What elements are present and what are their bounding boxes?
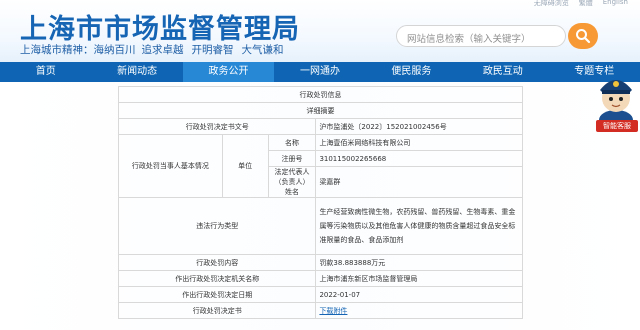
top-links: 无障碍浏览 繁體 English	[534, 0, 628, 8]
penalty-info-table: 行政处罚信息 详细摘要 行政处罚决定书文号 沪市监浦处〔2022〕1520210…	[117, 86, 523, 319]
search-icon	[576, 29, 591, 44]
search-input[interactable]: 网站信息检索（输入关键字）	[396, 25, 566, 47]
nav-public-services[interactable]: 便民服务	[366, 62, 457, 82]
penalty-value: 罚款38.883888万元	[315, 254, 523, 271]
table-subtitle: 详细摘要	[118, 102, 523, 119]
nav-online-services[interactable]: 一网通办	[274, 62, 365, 82]
name-value: 上海壹佰米网络科技有限公司	[315, 134, 523, 151]
rep-label: 法定代表人（负责人）姓名	[267, 166, 317, 198]
date-label: 作出行政处罚决定日期	[117, 286, 317, 303]
reg-label: 注册号	[267, 150, 317, 167]
city-motto: 上海城市精神：海纳百川 追求卓越 开明睿智 大气谦和	[20, 42, 284, 57]
rep-value: 梁嘉群	[315, 166, 523, 198]
unit-label: 单位	[221, 134, 269, 198]
violation-label: 违法行为类型	[117, 197, 317, 255]
date-value: 2022-01-07	[315, 286, 523, 303]
motto-part-2: 追求卓越	[141, 44, 184, 56]
party-label: 行政处罚当事人基本情况	[118, 134, 223, 198]
nav-interaction[interactable]: 政民互动	[457, 62, 548, 82]
main-nav: 首页 新闻动态 政务公开 一网通办 便民服务 政民互动 专题专栏	[0, 62, 640, 82]
motto-part-1: 上海城市精神：海纳百川	[20, 44, 136, 56]
search-button[interactable]	[568, 23, 598, 49]
penalty-label: 行政处罚内容	[117, 254, 317, 271]
site-title[interactable]: 上海市市场监督管理局	[20, 7, 300, 46]
doc-no-value: 沪市监浦处〔2022〕152021002456号	[315, 118, 523, 135]
nav-gov-affairs[interactable]: 政务公开	[182, 62, 275, 82]
nav-home[interactable]: 首页	[0, 62, 91, 82]
english-link[interactable]: English	[603, 0, 628, 8]
site-header: 无障碍浏览 繁體 English 上海市市场监督管理局 上海城市精神：海纳百川 …	[0, 0, 640, 62]
authority-value: 上海市浦东新区市场监督管理局	[315, 270, 523, 287]
accessibility-link[interactable]: 无障碍浏览	[534, 0, 569, 8]
violation-value: 生产经营致病性微生物，农药残留、兽药残留、生物毒素、重金属等污染物质以及其他危害…	[315, 197, 523, 255]
reg-value: 310115002265668	[315, 150, 523, 167]
motto-part-3: 开明睿智	[191, 44, 234, 56]
smart-service-badge[interactable]: 智能客服	[596, 120, 638, 132]
doc-label: 行政处罚决定书	[117, 302, 317, 319]
nav-news[interactable]: 新闻动态	[91, 62, 182, 82]
download-attachment-link[interactable]: 下载附件	[319, 307, 347, 315]
motto-part-4: 大气谦和	[241, 44, 284, 56]
authority-label: 作出行政处罚决定机关名称	[117, 270, 317, 287]
name-label: 名称	[267, 134, 317, 151]
doc-no-label: 行政处罚决定书文号	[117, 118, 317, 135]
table-title: 行政处罚信息	[118, 86, 523, 103]
traditional-link[interactable]: 繁體	[579, 0, 593, 8]
